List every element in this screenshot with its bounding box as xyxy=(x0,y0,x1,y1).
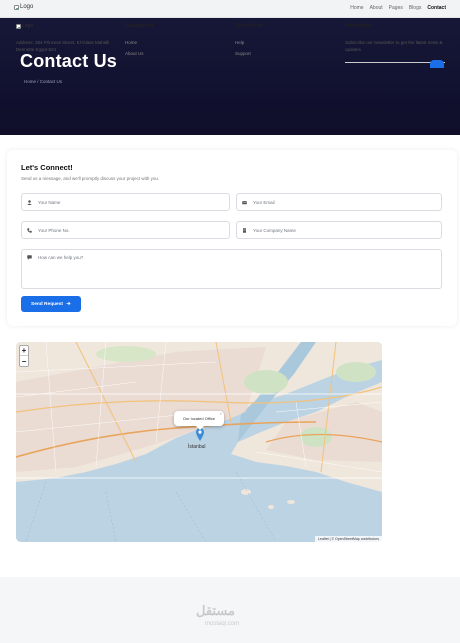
nav-link-pages[interactable]: Pages xyxy=(389,5,403,11)
email-placeholder: Your Email xyxy=(253,199,275,205)
nav-link-about[interactable]: About xyxy=(370,5,383,11)
newsletter-text: Subscribe our newsletter to get the late… xyxy=(345,40,443,52)
footer-link-support[interactable]: Support xyxy=(235,51,251,56)
footer-address: Address: 384 Princess Street, El-Glass M… xyxy=(16,40,110,52)
footer-heading-newsletter: Newsletter xyxy=(345,23,373,29)
zoom-in-button[interactable]: + xyxy=(20,346,28,356)
send-request-button[interactable]: Send Request xyxy=(21,296,81,312)
footer-heading-quick-link: Quick Link xyxy=(235,23,264,29)
broken-image-icon xyxy=(14,4,19,10)
footer-link-help[interactable]: Help xyxy=(235,40,244,45)
footer-heading-navigation: Navigation xyxy=(125,23,154,29)
comment-icon xyxy=(27,255,32,260)
watermark-url: mostaql.com xyxy=(205,621,240,627)
top-navbar: Logo Home About Pages Blogs Contact xyxy=(0,0,460,18)
footer-logo[interactable]: Logo xyxy=(16,23,33,29)
arrow-right-icon xyxy=(66,301,71,308)
contact-form-card: Let's Connect! Send us a message, and we… xyxy=(7,150,457,326)
broken-image-icon xyxy=(16,23,21,29)
user-icon xyxy=(27,199,32,205)
watermark: مستقل xyxy=(196,603,235,618)
footer-link-about[interactable]: About Us xyxy=(125,51,144,56)
popup-close-button[interactable]: × xyxy=(220,411,222,416)
newsletter-subscribe-button[interactable] xyxy=(430,60,444,68)
footer-link-home[interactable]: Home xyxy=(125,40,137,45)
footer-logo-alt-text: Logo xyxy=(22,23,34,29)
phone-field[interactable]: Your Phone No. xyxy=(21,221,230,239)
name-placeholder: Your Name xyxy=(38,199,61,205)
form-title: Let's Connect! xyxy=(21,163,73,172)
send-request-label: Send Request xyxy=(31,301,63,307)
logo-alt-text: Logo xyxy=(20,4,34,10)
nav-link-home[interactable]: Home xyxy=(350,5,363,11)
nav-links: Home About Pages Blogs Contact xyxy=(350,5,446,11)
email-field[interactable]: Your Email xyxy=(236,193,442,211)
phone-icon xyxy=(27,227,32,233)
message-textarea[interactable]: How can we help you? xyxy=(21,249,442,289)
form-subtitle: Send us a message, and we'll promptly di… xyxy=(21,176,160,181)
zoom-out-button[interactable]: − xyxy=(20,356,28,366)
page-title: Contact Us xyxy=(20,51,118,71)
popup-text: Our located Office xyxy=(182,416,216,421)
company-field[interactable]: Your Company Name xyxy=(236,221,442,239)
message-placeholder: How can we help you? xyxy=(38,255,84,260)
map-attribution[interactable]: Leaflet | © OpenStreetMap contributors xyxy=(315,536,382,542)
location-marker-icon[interactable] xyxy=(196,428,204,446)
breadcrumb[interactable]: Home / Contact Us xyxy=(24,79,62,84)
location-map[interactable]: İstanbul + − Our located Office × Leafle… xyxy=(16,342,382,542)
nav-link-blogs[interactable]: Blogs xyxy=(409,5,422,11)
phone-placeholder: Your Phone No. xyxy=(38,227,70,233)
company-placeholder: Your Company Name xyxy=(253,227,296,233)
hero-banner: Contact Us Home / Contact Us xyxy=(0,18,460,135)
logo[interactable]: Logo xyxy=(14,4,33,10)
map-popup: Our located Office × xyxy=(174,411,224,430)
building-icon xyxy=(242,227,247,233)
envelope-icon xyxy=(242,200,247,205)
name-field[interactable]: Your Name xyxy=(21,193,230,211)
nav-link-contact[interactable]: Contact xyxy=(427,5,446,11)
zoom-control: + − xyxy=(19,345,29,367)
